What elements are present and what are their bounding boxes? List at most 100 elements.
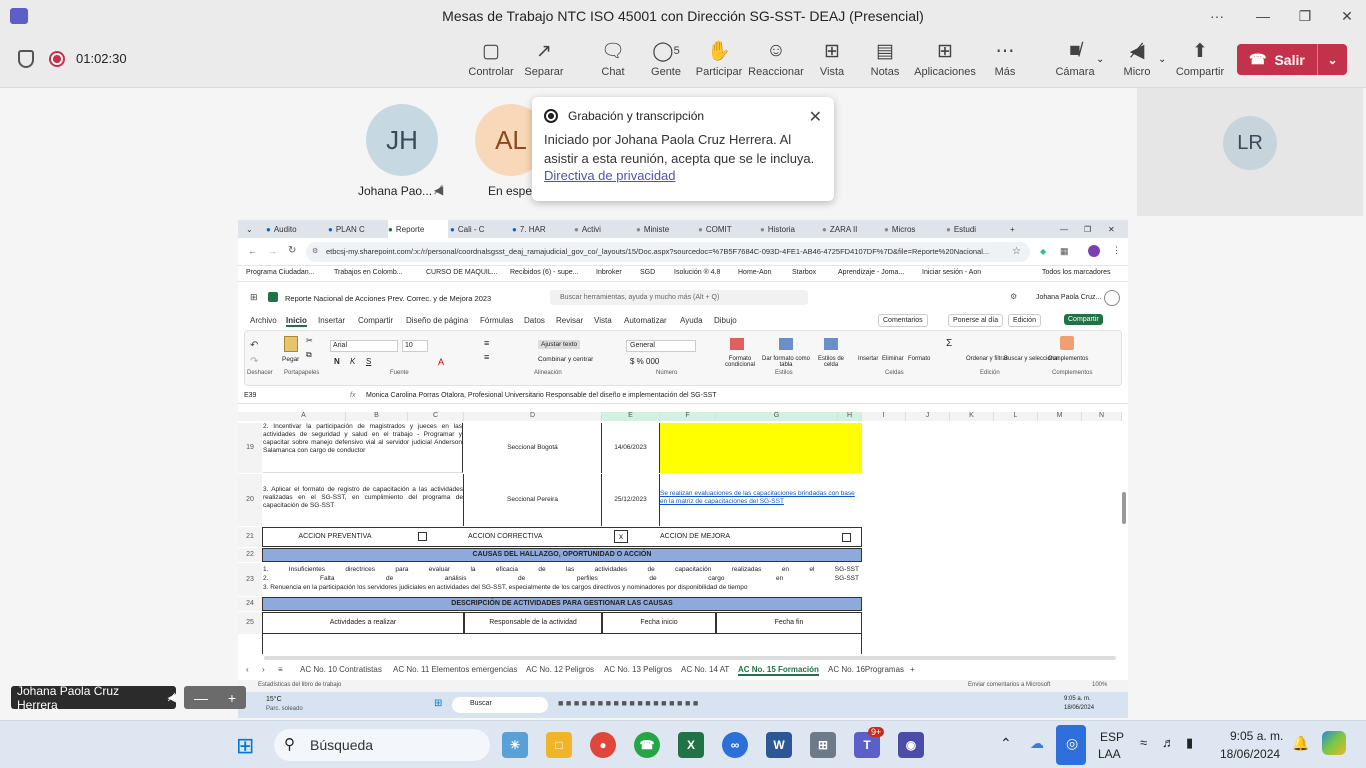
- merge-center-button[interactable]: Combinar y centrar: [538, 356, 593, 363]
- column-header[interactable]: A: [262, 412, 346, 421]
- menu-dibujo[interactable]: Dibujo: [714, 316, 737, 325]
- inner-taskbar-apps-icon[interactable]: ■ ■ ■ ■ ■ ■ ■ ■ ■ ■ ■ ■ ■ ■ ■ ■ ■ ■: [558, 698, 698, 708]
- clock-date[interactable]: 18/06/2024: [1220, 747, 1280, 761]
- zoom-in-icon[interactable]: +: [228, 690, 236, 706]
- menu-diseno[interactable]: Diseño de página: [406, 316, 468, 325]
- taskbar-search-box[interactable]: [274, 729, 490, 761]
- avatar-lr[interactable]: LR: [1223, 116, 1277, 170]
- raise-hand-button[interactable]: ✋ Participar: [687, 38, 751, 84]
- wrap-text-button[interactable]: Ajustar texto: [538, 340, 581, 349]
- show-hidden-icons-icon[interactable]: ⌃: [1000, 735, 1012, 752]
- notes-button[interactable]: ▤ Notas: [853, 38, 917, 84]
- column-header[interactable]: N: [1082, 412, 1122, 421]
- calculator-icon[interactable]: ⊞: [810, 732, 836, 758]
- inner-clock-date[interactable]: 18/06/2024: [1064, 705, 1094, 711]
- underline-icon[interactable]: S: [366, 357, 371, 366]
- reload-icon[interactable]: ↻: [288, 245, 296, 256]
- sheet-next-icon[interactable]: ›: [262, 665, 265, 674]
- bold-icon[interactable]: N: [334, 357, 340, 366]
- leave-options-chevron-icon[interactable]: ⌄: [1317, 44, 1347, 75]
- column-header[interactable]: K: [950, 412, 994, 421]
- bookmark-item[interactable]: Inbroker: [596, 269, 622, 276]
- close-icon[interactable]: ✕: [809, 107, 822, 127]
- onedrive-icon[interactable]: ☁: [1030, 735, 1044, 752]
- inner-clock-time[interactable]: 9:05 a. m.: [1064, 696, 1091, 702]
- sheet-tab[interactable]: AC No. 14 AT: [681, 665, 729, 674]
- column-header[interactable]: J: [906, 412, 950, 421]
- all-bookmarks[interactable]: Todos los marcadores: [1042, 269, 1110, 276]
- browser-tab[interactable]: ● Ministe: [636, 220, 696, 238]
- forward-icon[interactable]: →: [268, 246, 277, 256]
- sheet-prev-icon[interactable]: ‹: [246, 665, 249, 674]
- column-header[interactable]: L: [994, 412, 1038, 421]
- bookmark-item[interactable]: CURSO DE MAQUIL...: [426, 269, 498, 276]
- menu-vista[interactable]: Vista: [594, 316, 612, 325]
- bookmark-item[interactable]: Iniciar sesión - Aon: [922, 269, 981, 276]
- row-header[interactable]: 20: [238, 474, 262, 526]
- browser-restore-icon[interactable]: ❐: [1084, 220, 1091, 238]
- column-header[interactable]: E: [602, 412, 660, 421]
- cause-line[interactable]: 3. Renuencia en la participación los ser…: [263, 584, 859, 592]
- horizontal-scrollbar[interactable]: [264, 656, 1116, 660]
- browser-tab[interactable]: ● 7. HAR: [512, 220, 572, 238]
- column-header[interactable]: M: [1038, 412, 1082, 421]
- preventive-checkbox[interactable]: [418, 532, 427, 541]
- teams-meeting-icon[interactable]: ◉: [898, 732, 924, 758]
- sheet-tab[interactable]: AC No. 12 Peligros: [526, 665, 594, 674]
- browser-tab[interactable]: ● Cali - C: [450, 220, 510, 238]
- sort-filter-label[interactable]: Ordenar y filtrar: [966, 356, 1008, 362]
- privacy-link[interactable]: Directiva de privacidad: [544, 168, 822, 183]
- improvement-checkbox[interactable]: [842, 533, 851, 542]
- app-launcher-icon[interactable]: ⊞: [250, 292, 258, 303]
- popout-button[interactable]: ↗ Separar: [512, 38, 576, 84]
- browser-minimize-icon[interactable]: —: [1060, 220, 1068, 238]
- extension-icon[interactable]: ◆: [1040, 247, 1046, 256]
- row-header[interactable]: 25: [238, 612, 262, 634]
- cause-line[interactable]: 1. Insuficientes directrices para evalua…: [263, 566, 859, 574]
- apps-button[interactable]: ⊞ Aplicaciones: [913, 38, 977, 84]
- react-button[interactable]: ☺ Reaccionar: [744, 38, 808, 84]
- menu-compartir[interactable]: Compartir: [358, 316, 393, 325]
- column-header[interactable]: B: [346, 412, 408, 421]
- vertical-scrollbar[interactable]: [1122, 492, 1126, 524]
- copilot-icon[interactable]: [1322, 731, 1346, 755]
- bookmark-item[interactable]: Trabajos en Colomb...: [334, 269, 403, 276]
- sheet-tab[interactable]: AC No. 11 Elementos emergencias: [393, 665, 517, 674]
- user-avatar[interactable]: [1104, 290, 1120, 306]
- browser-menu-icon[interactable]: ⋮: [1112, 245, 1121, 256]
- browser-tab[interactable]: ● PLAN C: [328, 220, 388, 238]
- excel-share-button[interactable]: Compartir: [1064, 314, 1103, 325]
- column-header[interactable]: I: [862, 412, 906, 421]
- causes-header[interactable]: CAUSAS DEL HALLAZGO, OPORTUNIDAD O ACCIÓ…: [262, 548, 862, 562]
- browser-tab[interactable]: ● Activi: [574, 220, 634, 238]
- bookmark-item[interactable]: Home-Aon: [738, 269, 771, 276]
- col-end-date[interactable]: Fecha fin: [716, 612, 862, 634]
- format-table-icon[interactable]: [779, 338, 793, 350]
- align-left-icon[interactable]: ≡: [484, 352, 489, 362]
- share-button[interactable]: ⬆ Compartir: [1168, 38, 1232, 84]
- zoom-level[interactable]: 100%: [1092, 682, 1107, 688]
- comments-button[interactable]: Comentarios: [878, 314, 928, 327]
- cell-observation[interactable]: Se realizan evaluaciones de las capacita…: [660, 490, 860, 510]
- col-start-date[interactable]: Fecha inicio: [602, 612, 716, 634]
- extensions-puzzle-icon[interactable]: ▦: [1060, 246, 1069, 257]
- widgets-icon[interactable]: ☀: [502, 732, 528, 758]
- cell-activity[interactable]: 2. Incentivar la participación de magist…: [263, 423, 463, 473]
- tab-list-chevron-icon[interactable]: ⌄: [246, 220, 253, 238]
- inner-start-icon[interactable]: ⊞: [434, 698, 442, 709]
- currency-icon[interactable]: $ % 000: [630, 357, 659, 366]
- column-header[interactable]: F: [660, 412, 716, 421]
- browser-tab[interactable]: ● ZARA II: [822, 220, 882, 238]
- zoom-out-icon[interactable]: —: [194, 690, 208, 706]
- bookmark-item[interactable]: Recibidos (6) - supe...: [510, 269, 578, 276]
- word-icon[interactable]: W: [766, 732, 792, 758]
- edge-icon[interactable]: ∞: [722, 732, 748, 758]
- avatar-jh[interactable]: JH: [366, 104, 438, 176]
- chrome-icon[interactable]: ●: [590, 732, 616, 758]
- menu-formulas[interactable]: Fórmulas: [480, 316, 513, 325]
- cell-date[interactable]: 25/12/2023: [602, 474, 660, 526]
- undo-icon[interactable]: ↶: [250, 340, 258, 351]
- copy-icon[interactable]: ⧉: [306, 350, 312, 360]
- bookmark-item[interactable]: Programa Ciudadan...: [246, 269, 314, 276]
- clock-time[interactable]: 9:05 a. m.: [1230, 729, 1283, 743]
